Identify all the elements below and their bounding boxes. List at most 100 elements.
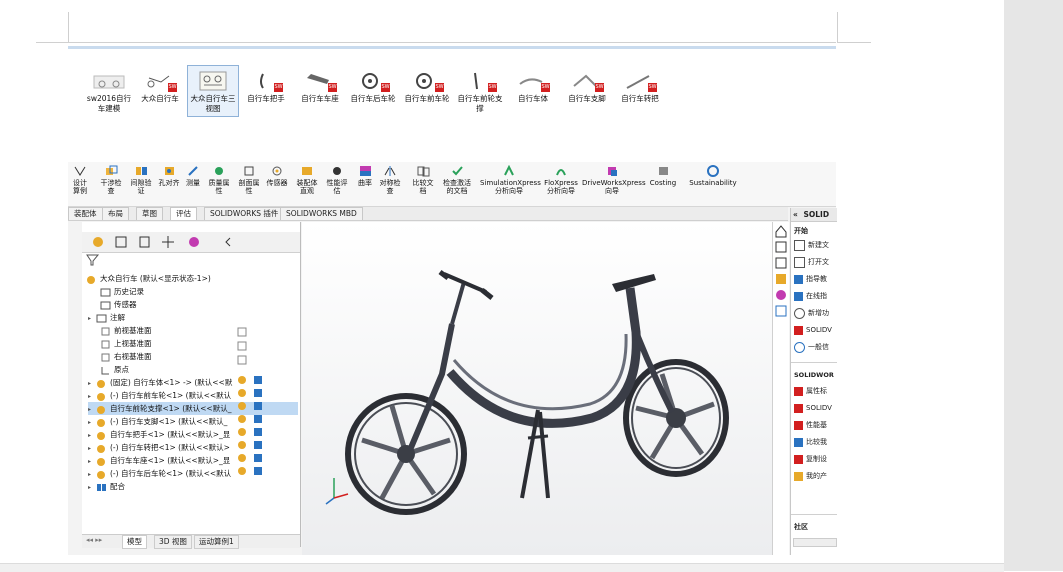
clearance-check-button[interactable]: 间隙验证 bbox=[128, 165, 154, 195]
property-manager-icon[interactable] bbox=[115, 236, 127, 248]
tree-item-label: (-) 自行车支脚<1> (默认<<默认_ bbox=[110, 417, 228, 426]
file-item[interactable]: SW 大众自行车 bbox=[134, 65, 186, 117]
origin-icon bbox=[100, 366, 111, 375]
tab-solidworks-mbd[interactable]: SOLIDWORKS MBD bbox=[280, 207, 363, 220]
file-item[interactable]: SW 自行车后车轮 bbox=[347, 65, 399, 117]
tab-motion-study[interactable]: 运动算例1 bbox=[194, 535, 239, 549]
tree-item-history[interactable]: 历史记录 bbox=[100, 285, 144, 298]
front-fork-handlebar bbox=[407, 270, 494, 452]
driveworksxpress-button[interactable]: DriveWorksXpress 向导 bbox=[582, 165, 646, 195]
task-link[interactable]: 属性标 bbox=[794, 384, 827, 398]
expand-arrow-icon[interactable]: ▸ bbox=[88, 312, 96, 325]
tab-model[interactable]: 模型 bbox=[122, 535, 147, 549]
task-link[interactable]: SOLIDV bbox=[794, 323, 832, 337]
tree-item-component[interactable]: ▸ 自行车把手<1> (默认<<默认>_显 bbox=[88, 428, 230, 441]
file-label: 自行车前轮支撑 bbox=[457, 94, 503, 113]
folder-icon[interactable] bbox=[775, 257, 787, 269]
tree-item-component[interactable]: ▸ (-) 自行车后车轮<1> (默认<<默认 bbox=[88, 467, 231, 480]
library-icon[interactable] bbox=[775, 241, 787, 253]
scrollbar[interactable] bbox=[793, 538, 837, 547]
file-item[interactable]: SW 自行车前车轮 bbox=[401, 65, 453, 117]
tab-evaluate[interactable]: 评估 bbox=[170, 207, 197, 220]
task-link[interactable]: 复制设 bbox=[794, 452, 827, 466]
home-icon[interactable] bbox=[775, 225, 787, 238]
file-label: 自行车转把 bbox=[621, 94, 659, 103]
tree-root[interactable]: 大众自行车 (默认<显示状态-1>) bbox=[86, 272, 211, 285]
design-study-button[interactable]: 设计算例 bbox=[70, 165, 90, 195]
feature-tree-icon[interactable] bbox=[93, 237, 103, 247]
file-item[interactable]: SW 自行车支脚 bbox=[561, 65, 613, 117]
file-item[interactable]: SW 自行车前轮支撑 bbox=[454, 65, 506, 117]
tree-item-top-plane[interactable]: 上视基准面 bbox=[100, 337, 152, 350]
appearance-icon[interactable] bbox=[776, 290, 786, 300]
nav-arrows-icon[interactable]: ◂◂ ▸▸ bbox=[86, 536, 102, 544]
tree-item-right-plane[interactable]: 右视基准面 bbox=[100, 350, 152, 363]
graphics-viewport[interactable] bbox=[302, 222, 772, 555]
tree-item-mates[interactable]: ▸ 配合 bbox=[88, 480, 125, 493]
interference-check-button[interactable]: 干涉检查 bbox=[98, 165, 124, 195]
measure-button[interactable]: 测量 bbox=[184, 165, 202, 187]
task-link[interactable]: 性能基 bbox=[794, 418, 827, 432]
tree-item-component[interactable]: ▸ (固定) 自行车体<1> -> (默认<<默 bbox=[88, 376, 232, 389]
tab-3d-view[interactable]: 3D 视图 bbox=[154, 535, 192, 549]
file-label: 自行车车座 bbox=[301, 94, 339, 103]
tab-sketch[interactable]: 草图 bbox=[136, 207, 163, 220]
section-properties-button[interactable]: 剖面属性 bbox=[236, 165, 262, 195]
sustainability-button[interactable]: Sustainability bbox=[686, 165, 740, 187]
costing-button[interactable]: Costing bbox=[646, 165, 680, 187]
task-link[interactable]: 新增功 bbox=[794, 306, 829, 320]
tab-solidworks-addins[interactable]: SOLIDWORKS 插件 bbox=[204, 207, 285, 220]
task-link[interactable]: 新建文 bbox=[794, 238, 829, 252]
task-link-label: 复制设 bbox=[806, 455, 827, 463]
floxpress-button[interactable]: FloXpress 分析向导 bbox=[542, 165, 580, 195]
compare-documents-button[interactable]: 比较文档 bbox=[410, 165, 436, 195]
collapse-icon[interactable]: « bbox=[793, 210, 798, 219]
online-help-icon bbox=[794, 291, 803, 301]
view-palette-icon[interactable] bbox=[776, 274, 786, 284]
task-link[interactable]: 一般信 bbox=[794, 340, 829, 354]
file-item[interactable]: SW 自行车体 bbox=[507, 65, 559, 117]
custom-properties-icon[interactable] bbox=[775, 305, 787, 317]
tab-layout[interactable]: 布局 bbox=[102, 207, 129, 220]
display-manager-icon[interactable] bbox=[189, 237, 199, 247]
check-active-document-button[interactable]: 检查激活的文档 bbox=[440, 165, 474, 195]
tree-item-front-plane[interactable]: 前视基准面 bbox=[100, 324, 152, 337]
tree-item-origin[interactable]: 原点 bbox=[100, 363, 129, 376]
rear-wheel bbox=[623, 359, 729, 477]
mass-properties-button[interactable]: 质量属性 bbox=[206, 165, 232, 195]
file-item[interactable]: SW 自行车车座 bbox=[294, 65, 346, 117]
task-link[interactable]: 我的产 bbox=[794, 469, 827, 483]
tree-item-component[interactable]: ▸ (-) 自行车前车轮<1> (默认<<默认 bbox=[88, 389, 231, 402]
task-link[interactable]: SOLIDV bbox=[794, 401, 832, 415]
more-tabs-icon[interactable] bbox=[225, 237, 231, 247]
tree-item-component[interactable]: ▸ 自行车车座<1> (默认<<默认>_显 bbox=[88, 454, 230, 467]
tab-assembly[interactable]: 装配体 bbox=[68, 207, 103, 220]
tree-item-label: 历史记录 bbox=[114, 287, 144, 296]
configuration-manager-icon[interactable] bbox=[139, 236, 150, 248]
file-item-selected[interactable]: 大众自行车三视图 bbox=[187, 65, 239, 117]
assembly-visualization-button[interactable]: 装配体直观 bbox=[294, 165, 320, 195]
performance-evaluation-button[interactable]: 性能评估 bbox=[324, 165, 350, 195]
file-item[interactable]: sw2016自行车建模 bbox=[83, 65, 135, 117]
task-link[interactable]: 比较我 bbox=[794, 435, 827, 449]
sensor-button[interactable]: 传感器 bbox=[266, 165, 288, 187]
file-item[interactable]: SW 自行车转把 bbox=[614, 65, 666, 117]
tree-item-component[interactable]: ▸ (-) 自行车支脚<1> (默认<<默认_ bbox=[88, 415, 227, 428]
curvature-button[interactable]: 曲率 bbox=[356, 165, 374, 187]
hole-alignment-button[interactable]: 孔对齐 bbox=[158, 165, 180, 187]
tree-item-sensors[interactable]: 传感器 bbox=[100, 298, 137, 311]
part-icon bbox=[96, 444, 107, 453]
tree-item-annotations[interactable]: ▸ 注解 bbox=[88, 311, 125, 324]
task-link[interactable]: 打开文 bbox=[794, 255, 829, 269]
file-item[interactable]: SW 自行车把手 bbox=[240, 65, 292, 117]
cmd-label: Costing bbox=[649, 179, 677, 187]
dimxpert-icon[interactable] bbox=[162, 236, 174, 248]
file-browser: sw2016自行车建模 SW 大众自行车 大众自行车三视图 SW 自行车把手 S… bbox=[68, 46, 836, 159]
task-link[interactable]: 在线指 bbox=[794, 289, 827, 303]
expand-arrow-icon[interactable]: ▸ bbox=[88, 481, 96, 494]
simulationxpress-button[interactable]: SimulationXpress 分析向导 bbox=[480, 165, 541, 195]
tree-item-component[interactable]: ▸ (-) 自行车转把<1> (默认<<默认> bbox=[88, 441, 230, 454]
filter-icon[interactable] bbox=[86, 254, 100, 268]
task-link[interactable]: 指导教 bbox=[794, 272, 827, 286]
symmetry-check-button[interactable]: 对称检查 bbox=[378, 165, 402, 195]
